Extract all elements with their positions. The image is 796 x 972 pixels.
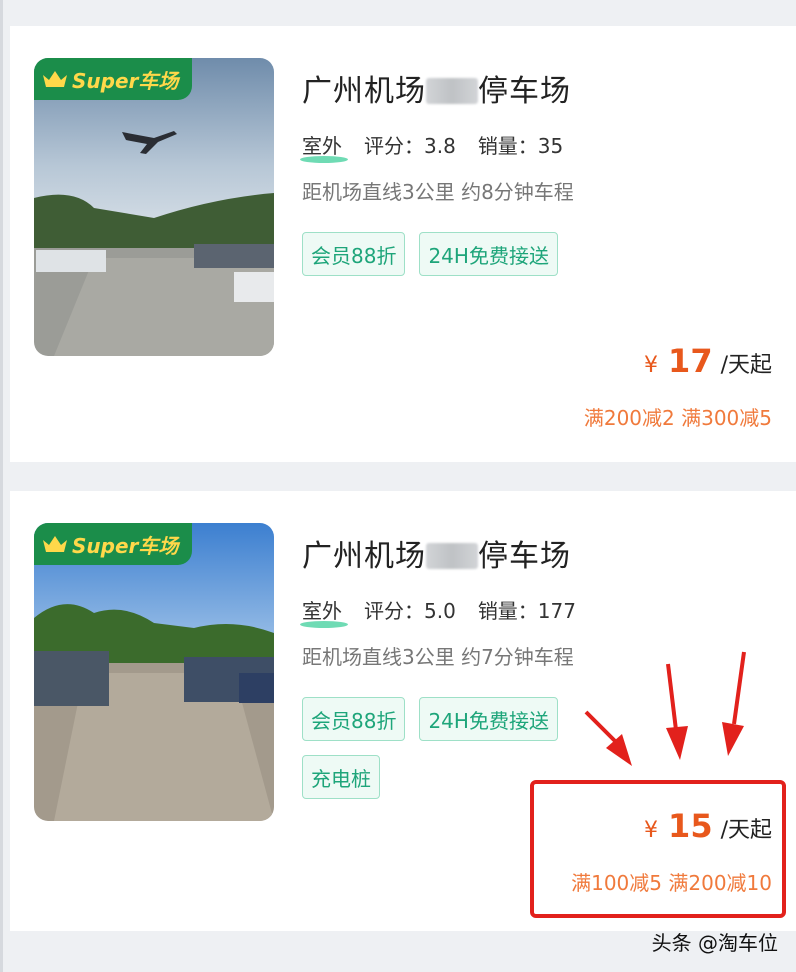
title-prefix: 广州机场 xyxy=(302,74,426,109)
airport-parking-photo-1 xyxy=(34,58,274,356)
parking-listing-card[interactable]: Super车场 广州机场 停车场 室外 评分：3.8 销量：35 距机场直线3公里… xyxy=(10,26,796,462)
tag-charging-pile: 充电桩 xyxy=(302,755,380,799)
badge-label: Super车场 xyxy=(72,68,179,93)
badge-label: Super车场 xyxy=(72,533,179,558)
watermark: 头条 @淘车位 xyxy=(651,931,778,955)
super-parking-badge: Super车场 xyxy=(34,58,193,100)
listing-title[interactable]: 广州机场 停车场 xyxy=(302,531,571,575)
listing-meta: 室外 评分：3.8 销量：35 xyxy=(300,130,564,163)
type-label: 室外 xyxy=(300,130,348,163)
price-highlight-box xyxy=(530,780,786,918)
currency-symbol: ¥ xyxy=(644,353,659,378)
price-unit: /天起 xyxy=(720,353,772,378)
page-left-edge xyxy=(0,0,3,972)
redaction-mask xyxy=(426,543,478,569)
sales-label: 销量：177 xyxy=(477,599,576,623)
price-row: ¥ 17 /天起 xyxy=(644,342,772,380)
feature-tags: 会员88折 24H免费接送 xyxy=(302,232,622,276)
parking-lot-photo: Super车场 xyxy=(34,523,274,821)
title-prefix: 广州机场 xyxy=(302,539,426,574)
type-label: 室外 xyxy=(300,595,348,628)
distance-text: 距机场直线3公里 约7分钟车程 xyxy=(302,645,574,669)
super-parking-badge: Super车场 xyxy=(34,523,193,565)
tag-free-shuttle: 24H免费接送 xyxy=(419,232,558,276)
airport-parking-photo-2 xyxy=(34,523,274,821)
price-value: 17 xyxy=(668,342,713,380)
redaction-mask xyxy=(426,78,478,104)
title-suffix: 停车场 xyxy=(478,74,571,109)
listing-title[interactable]: 广州机场 停车场 xyxy=(302,66,571,110)
rating-label: 评分：5.0 xyxy=(364,599,456,623)
title-suffix: 停车场 xyxy=(478,539,571,574)
distance-text: 距机场直线3公里 约8分钟车程 xyxy=(302,180,574,204)
tag-member-discount: 会员88折 xyxy=(302,697,406,741)
rating-label: 评分：3.8 xyxy=(364,134,456,158)
listing-meta: 室外 评分：5.0 销量：177 xyxy=(300,595,576,628)
promo-text: 满200减2 满300减5 xyxy=(583,406,772,430)
sales-label: 销量：35 xyxy=(477,134,564,158)
tag-member-discount: 会员88折 xyxy=(302,232,406,276)
tag-free-shuttle: 24H免费接送 xyxy=(419,697,558,741)
parking-lot-photo: Super车场 xyxy=(34,58,274,356)
crown-icon xyxy=(43,536,67,552)
crown-icon xyxy=(43,71,67,87)
